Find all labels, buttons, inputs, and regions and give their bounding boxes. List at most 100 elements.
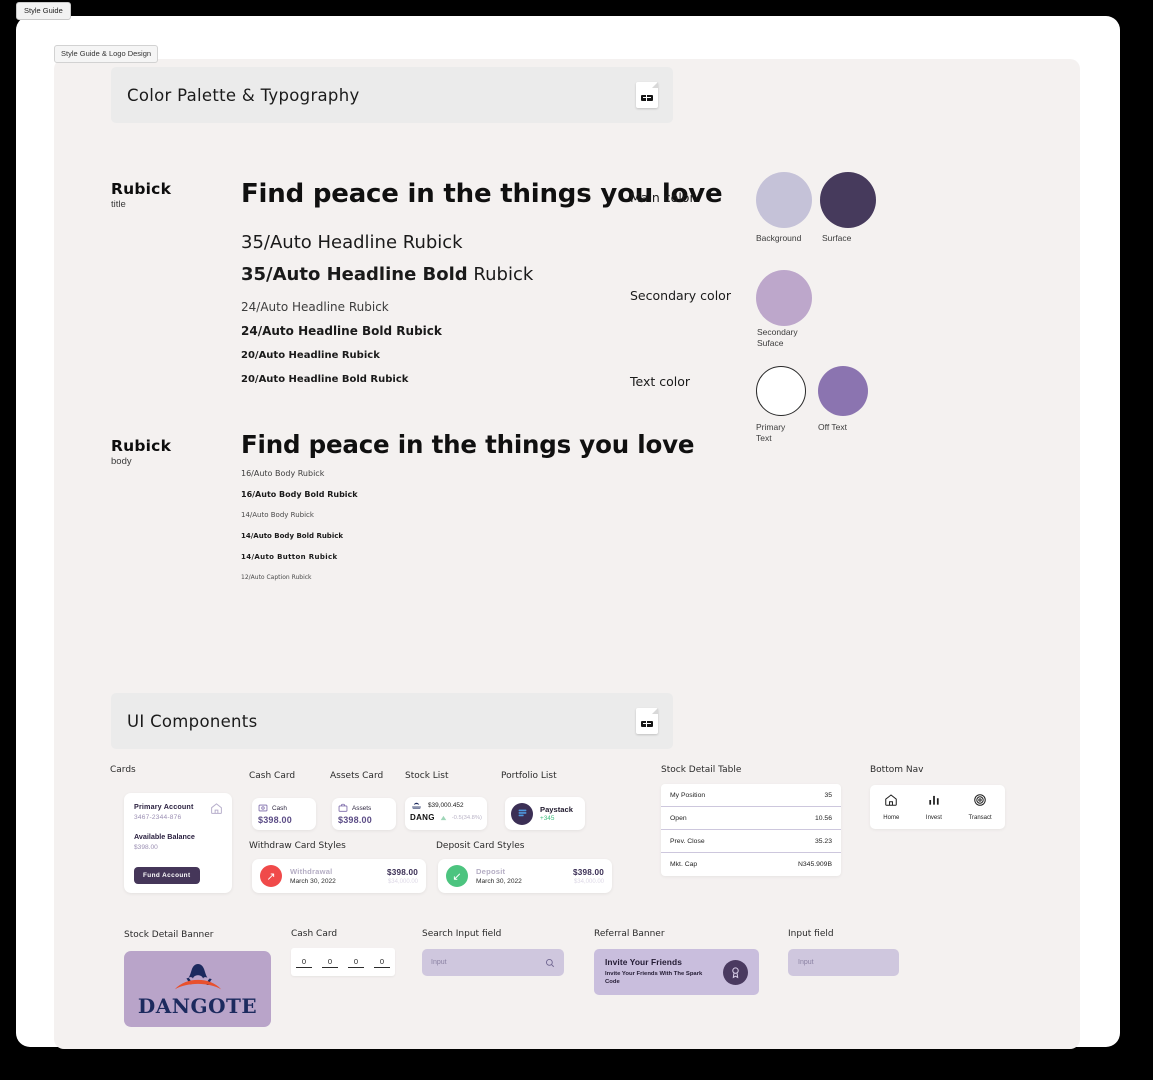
type-spec-35-regular: 35/Auto Headline Rubick [241, 232, 463, 253]
document-face-icon [636, 82, 658, 108]
type-spec-24-bold: 24/Auto Headline Bold Rubick [241, 324, 442, 338]
artboard-canvas: Style Guide & Logo Design Color Palette … [16, 16, 1120, 1049]
section-header-ui-components[interactable]: UI Components [111, 693, 673, 749]
referral-banner[interactable]: Invite Your Friends Invite Your Friends … [594, 949, 759, 995]
paystack-icon [511, 802, 533, 825]
label-portfolio-list: Portfolio List [501, 771, 557, 781]
label-bottom-nav: Bottom Nav [870, 765, 924, 775]
type-spec-35-regular-part: Rubick [467, 264, 534, 285]
bottom-nav-item-home[interactable]: Home [883, 793, 899, 821]
dangote-wordmark: DANGOTE [137, 994, 258, 1018]
swatch-caption-off-text: Off Text [818, 422, 847, 432]
type-role-name: title [111, 199, 126, 210]
assets-card-label: Assets [352, 804, 372, 812]
input-field[interactable]: Input [788, 949, 899, 976]
stock-change: -0.5(34.8%) [451, 814, 482, 821]
bottom-nav-label: Invest [925, 815, 942, 821]
palette-group-label-text: Text color [630, 374, 691, 389]
withdrawal-card[interactable]: ↗ Withdrawal March 30, 2022 $398.00 $34,… [252, 859, 426, 893]
home-icon [885, 794, 898, 806]
withdrawal-label: Withdrawal [290, 867, 333, 876]
referral-subtext: Invite Your Friends With The Spark Code [605, 971, 703, 985]
type-family-name: Rubick [111, 180, 172, 198]
label-stock-detail-table: Stock Detail Table [661, 765, 742, 775]
cash-card-label: Cash [272, 804, 287, 812]
available-balance-value: $398.00 [134, 844, 158, 851]
label-input-field: Input field [788, 929, 834, 939]
search-input-placeholder: Input [431, 959, 447, 966]
swatch-secondary-surface [756, 270, 812, 326]
fund-account-button[interactable]: Fund Account [134, 867, 200, 884]
portfolio-change: +345 [540, 815, 555, 822]
row-value: 10.56 [814, 814, 832, 822]
row-key: My Position [670, 791, 706, 799]
available-balance-label: Available Balance [134, 832, 195, 841]
label-deposit-card-styles: Deposit Card Styles [436, 841, 525, 851]
type-spec-14-button: 14/Auto Button Rubick [241, 553, 338, 561]
portfolio-list-card[interactable]: Paystack +345 [505, 797, 585, 830]
swatch-background [756, 172, 812, 228]
cash-icon [258, 804, 268, 812]
referral-heading: Invite Your Friends [605, 957, 682, 968]
type-group-title-label: Rubick title [111, 180, 171, 210]
type-spec-14-regular: 14/Auto Body Rubick [241, 511, 314, 519]
assets-card-amount: $398.00 [338, 815, 372, 825]
browser-tab-style-guide[interactable]: Style Guide [16, 2, 71, 20]
briefcase-icon [338, 803, 348, 812]
section-header-palette-typography[interactable]: Color Palette & Typography [111, 67, 673, 123]
swatch-off-text [818, 366, 868, 416]
type-group-body-label: Rubick body [111, 437, 171, 467]
label-referral-banner: Referral Banner [594, 929, 665, 939]
deposit-date: March 30, 2022 [476, 878, 522, 885]
dangote-mini-icon [412, 802, 421, 809]
pin-digit[interactable]: 0 [374, 957, 390, 968]
pin-digit[interactable]: 0 [322, 957, 338, 968]
cash-card[interactable]: Cash $398.00 [252, 798, 316, 830]
table-row: Open 10.56 [661, 807, 841, 830]
type-spec-14-bold: 14/Auto Body Bold Rubick [241, 532, 344, 540]
screen-root: Style Guide Style Guide & Logo Design Co… [0, 0, 1153, 1080]
medal-icon [723, 959, 748, 985]
bottom-nav-item-invest[interactable]: Invest [926, 793, 942, 821]
withdrawal-sub-amount: $34,000.00 [387, 878, 418, 885]
pin-digit[interactable]: 0 [348, 957, 364, 968]
pin-digit[interactable]: 0 [296, 957, 312, 968]
withdrawal-date: March 30, 2022 [290, 878, 336, 885]
label-cards: Cards [110, 765, 136, 775]
style-guide-frame: Color Palette & Typography Rubick title … [54, 59, 1080, 1049]
stock-detail-banner[interactable]: DANGOTE [124, 951, 271, 1027]
label-cash-card: Cash Card [249, 771, 296, 781]
bottom-nav-item-transact[interactable]: Transact [969, 793, 992, 821]
assets-card[interactable]: Assets $398.00 [332, 798, 396, 830]
row-value: 35 [824, 791, 832, 799]
stock-list-card[interactable]: $39,000.452 DANG -0.5(34.8%) [405, 797, 487, 830]
section-title-ui: UI Components [127, 711, 258, 731]
type-spec-24-regular: 24/Auto Headline Rubick [241, 300, 389, 314]
swatch-caption-secondary-surface: Secondary Suface [757, 327, 798, 348]
row-key: Prev. Close [670, 837, 705, 845]
target-icon [974, 794, 986, 806]
account-number: 3467-2344-876 [134, 814, 182, 821]
primary-account-card[interactable]: Primary Account 3467-2344-876 Available … [124, 793, 232, 893]
document-face-icon-2 [636, 708, 658, 734]
frame-label[interactable]: Style Guide & Logo Design [54, 45, 159, 63]
pin-entry-card[interactable]: 0 0 0 0 [291, 948, 395, 976]
deposit-amount: $398.00 [573, 867, 604, 877]
label-assets-card: Assets Card [330, 771, 384, 781]
table-row: Mkt. Cap N345.909B [661, 853, 841, 876]
swatch-surface [820, 172, 876, 228]
type-spec-16-regular: 16/Auto Body Rubick [241, 469, 325, 478]
type-role-name-body: body [111, 456, 132, 467]
stock-detail-table: My Position 35 Open 10.56 Prev. Close 35… [661, 784, 841, 876]
cash-card-amount: $398.00 [258, 815, 292, 825]
deposit-sub-amount: $34,000.00 [573, 878, 604, 885]
bottom-nav: Home Invest Transact [870, 785, 1005, 829]
section-title: Color Palette & Typography [127, 85, 360, 105]
deposit-card[interactable]: ↙ Deposit March 30, 2022 $398.00 $34,000… [438, 859, 612, 893]
search-input[interactable]: Input [422, 949, 564, 976]
display-sample-body: Find peace in the things you love [241, 430, 695, 459]
type-spec-20-regular: 20/Auto Headline Rubick [241, 350, 380, 361]
type-spec-35-bold: 35/Auto Headline Bold Rubick [241, 264, 533, 285]
search-icon[interactable] [545, 958, 555, 968]
bottom-nav-label: Transact [968, 815, 992, 821]
